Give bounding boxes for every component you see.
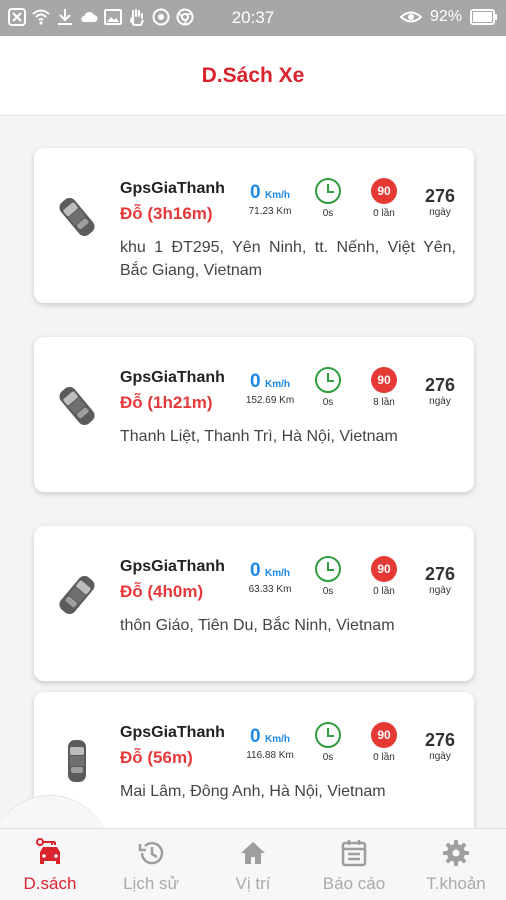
car-icon bbox=[59, 386, 95, 426]
days-label: ngày bbox=[429, 207, 451, 218]
clock-icon bbox=[315, 722, 341, 748]
page-title: D.Sách Xe bbox=[201, 64, 305, 87]
battery-icon bbox=[470, 9, 497, 25]
days-value: 276 bbox=[424, 564, 456, 584]
distance-value: 116.88 Km bbox=[246, 750, 294, 761]
speed-block: 0 Km/h 152.69 Km bbox=[240, 371, 300, 406]
app-header: D.Sách Xe bbox=[0, 36, 506, 116]
battery-percent: 92% bbox=[429, 8, 462, 25]
distance-value: 71.23 Km bbox=[248, 206, 292, 217]
idle-value: 0s bbox=[322, 752, 334, 763]
idle-value: 0s bbox=[322, 397, 334, 408]
days-label: ngày bbox=[429, 585, 451, 596]
speed-value: 0 bbox=[249, 560, 261, 581]
days-label: ngày bbox=[429, 751, 451, 762]
car-icon bbox=[68, 740, 86, 782]
car-key-icon bbox=[36, 838, 60, 864]
speed-unit: Km/h bbox=[265, 190, 291, 201]
nav-tab-vi-tri[interactable]: Vị trí bbox=[203, 838, 303, 894]
distance-value: 63.33 Km bbox=[248, 584, 292, 595]
vehicle-status: Đỗ (1h21m) bbox=[120, 393, 213, 412]
violation-count: 0 lần bbox=[373, 208, 395, 219]
speed-limit-icon: 90 bbox=[371, 178, 397, 204]
clock-icon bbox=[315, 178, 341, 204]
status-right: 92% bbox=[399, 8, 498, 26]
vehicle-name: GpsGiaThanh bbox=[120, 369, 225, 386]
speed-value: 0 bbox=[249, 371, 261, 392]
vehicle-name: GpsGiaThanh bbox=[120, 558, 225, 575]
speed-limit-icon: 90 bbox=[371, 722, 397, 748]
speed-unit: Km/h bbox=[265, 568, 291, 579]
vehicle-card[interactable]: GpsGiaThanh Đỗ (4h0m) 0 Km/h 63.33 Km 0s … bbox=[34, 526, 474, 681]
idle-value: 0s bbox=[322, 208, 334, 219]
nav-label: D.sách bbox=[23, 874, 77, 893]
car-icon bbox=[59, 197, 95, 237]
speed-limit-block: 90 0 lần bbox=[364, 722, 404, 763]
speed-limit-icon: 90 bbox=[371, 556, 397, 582]
nav-label: Lịch sử bbox=[123, 874, 179, 893]
history-icon bbox=[138, 841, 164, 865]
speed-block: 0 Km/h 116.88 Km bbox=[240, 726, 300, 761]
speed-unit: Km/h bbox=[265, 379, 291, 390]
speed-block: 0 Km/h 63.33 Km bbox=[240, 560, 300, 595]
days-block: 276 ngày bbox=[418, 564, 462, 596]
violation-count: 8 lần bbox=[373, 397, 395, 408]
vehicle-address: khu 1 ĐT295, Yên Ninh, tt. Nếnh, Việt Yê… bbox=[120, 239, 456, 279]
vehicle-status: Đỗ (4h0m) bbox=[120, 582, 204, 601]
days-block: 276 ngày bbox=[418, 375, 462, 407]
idle-block: 0s bbox=[308, 367, 348, 408]
vehicle-address: Mai Lâm, Đông Anh, Hà Nội, Vietnam bbox=[120, 783, 386, 800]
gear-icon bbox=[443, 840, 469, 866]
days-value: 276 bbox=[424, 730, 456, 750]
vehicle-name: GpsGiaThanh bbox=[120, 724, 225, 741]
home-icon bbox=[241, 842, 265, 864]
days-value: 276 bbox=[424, 375, 456, 395]
speed-block: 0 Km/h 71.23 Km bbox=[240, 182, 300, 217]
days-block: 276 ngày bbox=[418, 186, 462, 218]
days-label: ngày bbox=[429, 396, 451, 407]
eye-icon bbox=[399, 11, 422, 23]
nav-label: Vị trí bbox=[235, 874, 271, 893]
nav-tab-t-khoan[interactable]: T.khoản bbox=[406, 838, 506, 894]
days-value: 276 bbox=[424, 186, 456, 206]
vehicle-address: thôn Giáo, Tiên Du, Bắc Ninh, Vietnam bbox=[120, 617, 395, 634]
car-icon bbox=[59, 575, 95, 615]
speed-value: 0 bbox=[249, 726, 261, 747]
idle-block: 0s bbox=[308, 556, 348, 597]
violation-count: 0 lần bbox=[373, 752, 395, 763]
idle-block: 0s bbox=[308, 178, 348, 219]
nav-tab-lich-su[interactable]: Lịch sử bbox=[101, 838, 201, 894]
vehicle-status: Đỗ (56m) bbox=[120, 748, 193, 767]
speed-limit-icon: 90 bbox=[371, 367, 397, 393]
speed-limit-block: 90 0 lần bbox=[364, 178, 404, 219]
nav-label: T.khoản bbox=[426, 874, 486, 893]
nav-tab-dsach[interactable]: D.sách bbox=[0, 838, 100, 894]
idle-block: 0s bbox=[308, 722, 348, 763]
nav-tab-bao-cao[interactable]: Báo cáo bbox=[304, 838, 404, 894]
distance-value: 152.69 Km bbox=[245, 395, 295, 406]
status-bar: 20:37 92% bbox=[0, 0, 506, 36]
speed-limit-block: 90 0 lần bbox=[364, 556, 404, 597]
vehicle-name: GpsGiaThanh bbox=[120, 180, 225, 197]
idle-value: 0s bbox=[322, 586, 334, 597]
speed-limit-block: 90 8 lần bbox=[364, 367, 404, 408]
nav-label: Báo cáo bbox=[322, 874, 386, 893]
vehicle-status: Đỗ (3h16m) bbox=[120, 204, 213, 223]
speed-value: 0 bbox=[249, 182, 261, 203]
violation-count: 0 lần bbox=[373, 586, 395, 597]
vehicle-address: Thanh Liệt, Thanh Trì, Hà Nội, Vietnam bbox=[120, 428, 398, 445]
calendar-icon bbox=[341, 840, 367, 867]
vehicle-card[interactable]: GpsGiaThanh Đỗ (1h21m) 0 Km/h 152.69 Km 0… bbox=[34, 337, 474, 492]
clock-icon bbox=[315, 556, 341, 582]
vehicle-card[interactable]: GpsGiaThanh Đỗ (3h16m) 0 Km/h 71.23 Km 0s… bbox=[34, 148, 474, 303]
speed-unit: Km/h bbox=[265, 734, 291, 745]
clock-icon bbox=[315, 367, 341, 393]
days-block: 276 ngày bbox=[418, 730, 462, 762]
